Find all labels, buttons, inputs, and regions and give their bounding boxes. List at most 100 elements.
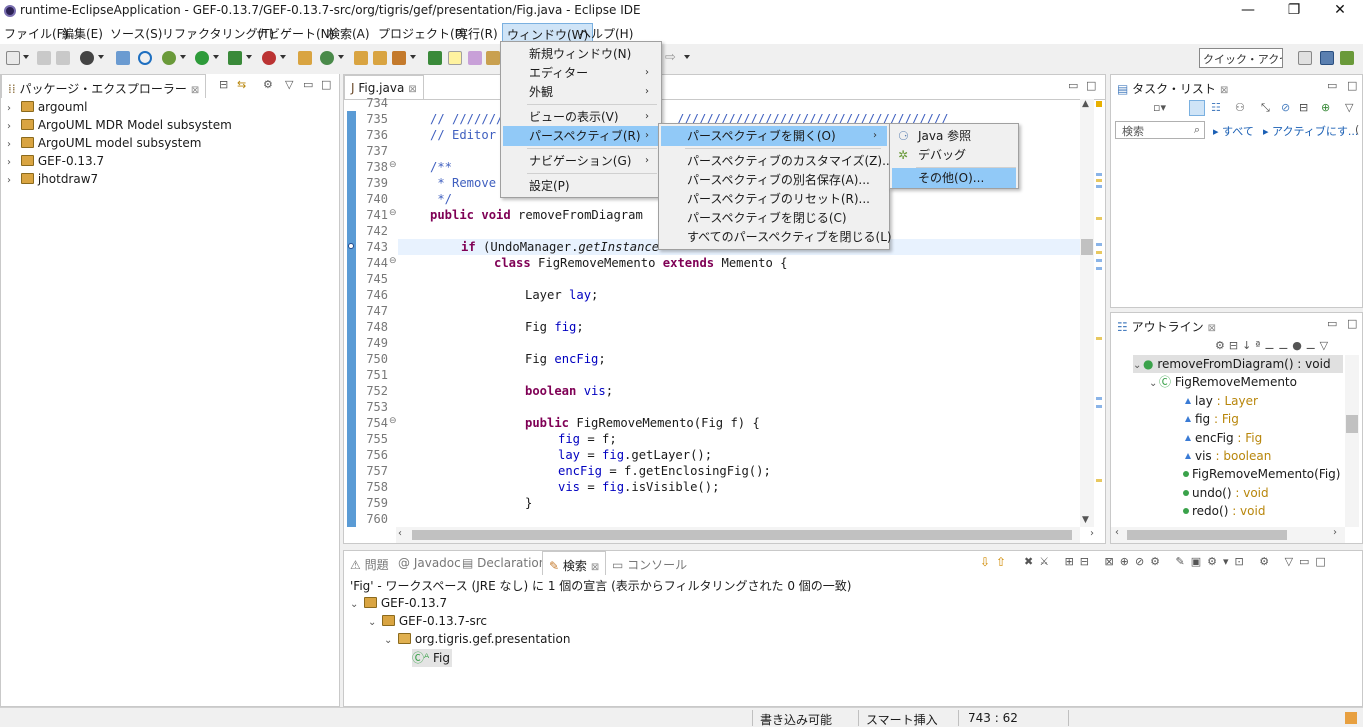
hide-completed-icon[interactable]: ⚇ [1235,101,1245,114]
tree-item-gef[interactable]: › GEF-0.13.7 [7,152,104,170]
menu-item-editor[interactable]: エディター › [503,63,659,83]
menu-item-close-all-perspectives[interactable]: すべてのパースペクティブを閉じる(L) [661,227,892,247]
forward-icon[interactable]: ⇨ [665,50,676,65]
menu-item-close-perspective[interactable]: パースペクティブを閉じる(C) [661,208,887,228]
activate-link[interactable]: ▸ アクティブにす... [1263,123,1358,139]
menu-item-save-perspective-as[interactable]: パースペクティブの別名保存(A)... [661,170,887,190]
new-class-icon[interactable] [320,51,334,65]
menu-item-java-browsing[interactable]: ⚆ Java 参照 [892,126,1016,146]
menu-item-debug[interactable]: ✲ デバッグ [892,145,1016,165]
open-type-icon[interactable] [354,51,368,65]
outline-method-redo[interactable]: redo() : void [1183,502,1265,520]
menu-source[interactable]: ソース(S) [110,25,162,42]
minimize-editor-icon[interactable]: ▭ [1068,79,1078,92]
skip-breakpoints-icon[interactable] [116,51,130,65]
tab-declaration[interactable]: ▤ Declaration [456,551,552,575]
coverage-icon[interactable] [228,51,242,65]
outline-field-vis[interactable]: vis : boolean [1185,447,1271,465]
tab-package-explorer[interactable]: ⁞⁞ パッケージ・エクスプローラー ⊠ [1,74,207,98]
scroll-thumb[interactable] [1081,239,1093,255]
menu-run[interactable]: 実行(R) [456,25,498,42]
link-editor-icon[interactable]: ⇆ [237,78,246,91]
maximize-view-icon[interactable]: □ [1347,317,1357,330]
result-package[interactable]: ⌄ org.tigris.gef.presentation [384,630,570,648]
open-perspective-icon[interactable] [1298,51,1312,65]
outline-method-undo[interactable]: undo() : void [1183,484,1269,502]
menu-navigate[interactable]: ナビゲート(N) [256,25,334,42]
menu-item-show-view[interactable]: ビューの表示(V) › [503,107,659,127]
repository-icon[interactable]: ⊕ [1321,101,1330,114]
java-perspective-icon[interactable] [1320,51,1334,65]
open-task-icon[interactable] [373,51,387,65]
scheduled-icon[interactable]: ☷ [1211,101,1221,114]
menu-item-customize-perspective[interactable]: パースペクティブのカスタマイズ(Z)... [661,151,894,171]
task-search-input[interactable]: 検索 ⌕ [1115,121,1205,139]
menu-search[interactable]: 検索(A) [328,25,370,42]
editor-horizontal-scrollbar[interactable]: ‹ › [396,527,1094,543]
tree-item-argouml[interactable]: › argouml [7,98,88,116]
outline-toolbar-icons[interactable]: ⚙⊟↓ª⚊⚊●⚊▽ [1215,339,1332,352]
outline-constructor[interactable]: FigRemoveMemento(Fig) [1183,465,1340,483]
result-source-folder[interactable]: ⌄ GEF-0.13.7-src [368,612,487,630]
result-project[interactable]: ⌄ GEF-0.13.7 [350,594,447,612]
tree-item-argouml-mdr[interactable]: › ArgoUML MDR Model subsystem [7,116,232,134]
search-toolbar-icons[interactable]: ⇩⇧ [980,555,1012,569]
debug-perspective-icon[interactable] [1340,51,1354,65]
maximize-button[interactable]: ❐ [1271,0,1317,22]
fold-collapse-icon[interactable]: ⊖ [389,416,397,426]
menu-item-new-window[interactable]: 新規ウィンドウ(N) [503,44,659,64]
notifications-icon[interactable] [1345,712,1357,724]
maximize-view-icon[interactable]: □ [321,78,331,91]
tree-item-argouml-model[interactable]: › ArgoUML model subsystem [7,134,201,152]
menu-project[interactable]: プロジェクト(P) [378,25,467,42]
tab-problems[interactable]: ⚠ 問題 [344,551,395,575]
outline-class-figremovememento[interactable]: ⌄ Ⓒ FigRemoveMemento [1149,373,1297,391]
close-button[interactable]: ✕ [1317,0,1363,22]
all-link[interactable]: ▸ すべて [1213,123,1254,139]
outline-field-lay[interactable]: lay : Layer [1185,392,1258,410]
menu-item-reset-perspective[interactable]: パースペクティブのリセット(R)... [661,189,887,209]
annotation-icon[interactable] [428,51,442,65]
outline-vertical-scrollbar[interactable] [1345,355,1359,527]
menu-item-navigation[interactable]: ナビゲーション(G) › [503,151,659,171]
maximize-view-icon[interactable]: □ [1347,79,1357,92]
menu-item-perspective[interactable]: パースペクティブ(R) › [503,126,659,146]
minimize-view-icon[interactable]: ▭ [303,78,313,91]
tab-outline[interactable]: ☷ アウトライン ⊠ [1111,313,1222,337]
user-icon[interactable] [80,51,94,65]
collapse-all-icon[interactable]: ⊟ [219,78,228,91]
new-java-project-icon[interactable] [298,51,312,65]
hscroll-thumb[interactable] [412,530,1072,540]
mark-occurrences-icon[interactable] [448,51,462,65]
menu-file[interactable]: ファイル(F) [4,25,68,42]
save-all-icon[interactable] [56,51,70,65]
outline-horizontal-scrollbar[interactable]: ‹ › [1111,527,1345,543]
maximize-editor-icon[interactable]: □ [1086,79,1096,92]
block-selection-icon[interactable] [468,51,482,65]
menu-item-preferences[interactable]: 設定(P) [503,176,659,196]
menu-item-open-perspective[interactable]: パースペクティブを開く(O) › [661,126,887,146]
search-actions-icons[interactable]: ✖⚔ ⊞⊟ ⊠⊕⊘⚙ ✎▣⚙▾⊡ ⚙ ▽▭□ [1024,555,1332,568]
outline-field-encfig[interactable]: encFig : Fig [1185,429,1262,447]
save-icon[interactable] [37,51,51,65]
new-icon[interactable] [6,51,20,65]
minimize-view-icon[interactable]: ▭ [1327,79,1337,92]
filter-icon[interactable]: ⚙ [263,78,273,91]
minimize-view-icon[interactable]: ▭ [1327,317,1337,330]
menu-help[interactable]: ヘルプ(H) [579,25,633,42]
minimize-button[interactable]: — [1225,0,1271,22]
tab-console[interactable]: ▭ コンソール [606,551,693,575]
view-menu-icon[interactable]: ▽ [285,78,293,91]
show-whitespace-icon[interactable] [486,51,500,65]
categorized-icon[interactable] [1189,100,1205,116]
editor-vertical-scrollbar[interactable]: ▲ ▼ [1080,99,1094,527]
warning-marker[interactable] [1096,101,1102,107]
fold-collapse-icon[interactable]: ⊖ [389,256,397,266]
tab-task-list[interactable]: ▤ タスク・リスト ⊠ [1111,75,1234,99]
focus-icon[interactable]: ⤡ [1261,101,1270,115]
outline-field-fig[interactable]: fig : Fig [1185,410,1239,428]
fold-collapse-icon[interactable]: ⊖ [389,208,397,218]
menu-item-appearance[interactable]: 外観 › [503,82,659,102]
sync-icon[interactable]: ⊘ [1281,101,1290,114]
tree-item-jhotdraw[interactable]: › jhotdraw7 [7,170,98,188]
